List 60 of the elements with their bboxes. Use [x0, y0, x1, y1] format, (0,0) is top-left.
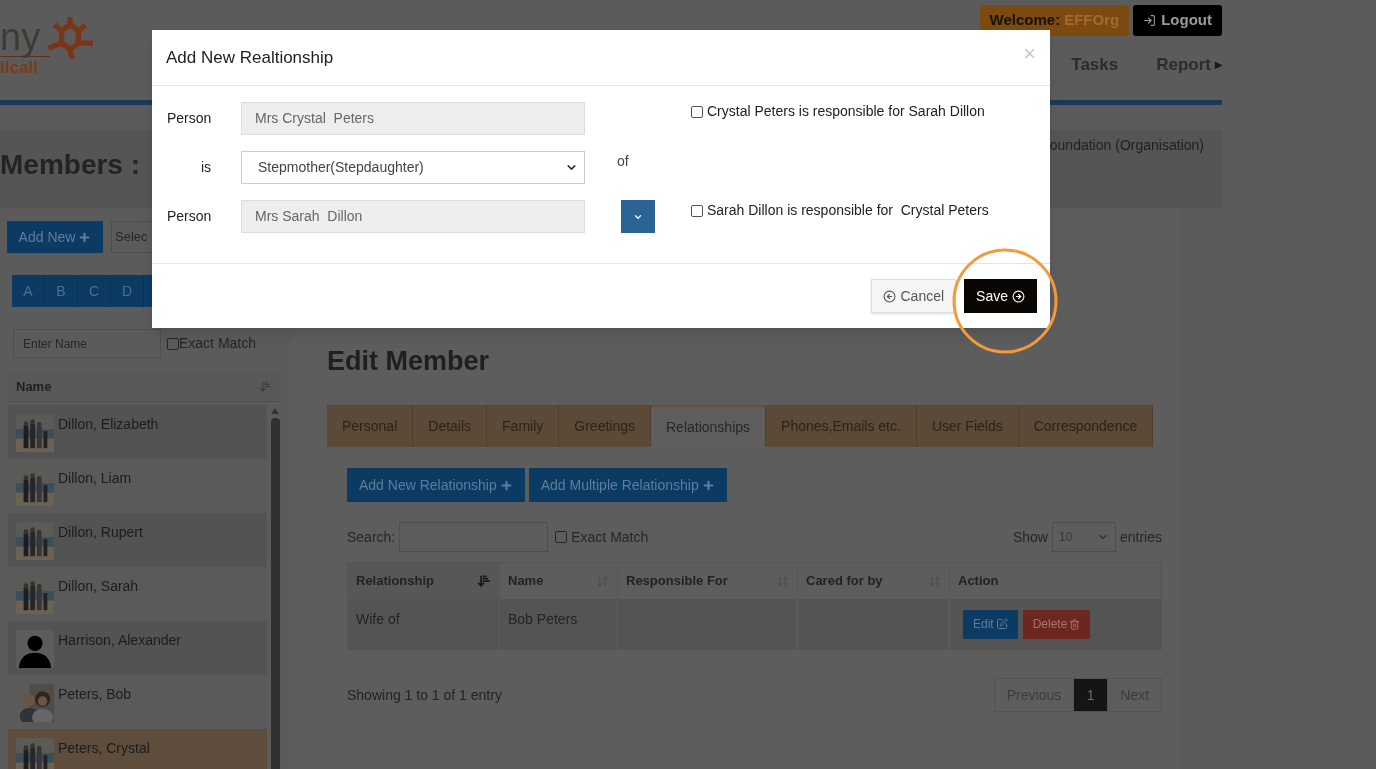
person-field: Mrs Crystal Peters: [241, 102, 585, 135]
checkbox[interactable]: [691, 105, 703, 118]
field-label: Person: [166, 109, 213, 128]
checkbox-label: Crystal Peters is responsible for Sarah Dillon: [707, 102, 985, 121]
trash-icon: [1069, 618, 1081, 630]
organisation-type: (Organisation): [1115, 136, 1204, 155]
column-title: Responsible For: [626, 572, 728, 591]
tab[interactable]: Relationships: [651, 405, 767, 447]
add-relationship-button[interactable]: Add Multiple Relationship: [528, 468, 727, 502]
letter-button[interactable]: C: [78, 275, 111, 307]
field-label: Person: [166, 207, 213, 226]
close-button[interactable]: ×: [1023, 42, 1036, 65]
letter-button[interactable]: D: [111, 275, 144, 307]
delete-button[interactable]: Delete: [1022, 609, 1091, 639]
member-row[interactable]: Dillon, Elizabeth: [8, 405, 267, 459]
forward-icon: [1012, 289, 1025, 303]
member-name: Peters, Bob: [58, 685, 132, 704]
save-button[interactable]: Save: [964, 279, 1037, 313]
member-name: Dillon, Sarah: [58, 577, 139, 596]
sort-icon[interactable]: [477, 574, 491, 588]
checkbox[interactable]: [167, 337, 179, 350]
letter-button[interactable]: B: [45, 275, 78, 307]
section-title: Edit Member: [327, 348, 491, 375]
plus-icon: [499, 478, 513, 492]
plus-icon: [78, 230, 92, 244]
person-field: Mrs Sarah Dillon: [241, 200, 585, 233]
column-title: Name: [508, 572, 544, 591]
show-label: Show: [1012, 527, 1048, 547]
dialog-title: Add New Realtionship: [166, 46, 334, 69]
checkbox-label: Sarah Dillon is responsible for Crystal Peters: [707, 201, 989, 220]
member-name: Dillon, Elizabeth: [58, 415, 159, 434]
logo-text: llcall: [0, 59, 39, 76]
member-row[interactable]: Peters, Crystal: [8, 729, 267, 769]
checkbox[interactable]: [555, 531, 568, 543]
add-relationship-button[interactable]: Add New Relationship: [347, 468, 525, 502]
column-title: Cared for by: [806, 572, 883, 591]
member-name: Dillon, Liam: [58, 469, 132, 488]
logout-button[interactable]: Logout: [1133, 5, 1222, 36]
avatar-icon: [16, 630, 54, 668]
letter-button[interactable]: A: [12, 275, 45, 307]
of-label: of: [616, 152, 630, 171]
search-label: Search:: [347, 527, 396, 547]
checkbox[interactable]: [691, 204, 703, 217]
add-new-button[interactable]: Add New: [7, 221, 103, 253]
relationship-select[interactable]: Stepmother(Stepdaughter): [241, 151, 585, 184]
table-info: Showing 1 to 1 of 1 entry: [347, 685, 502, 705]
cancel-button[interactable]: Cancel: [871, 279, 957, 313]
page-button[interactable]: 1: [1074, 679, 1108, 711]
edit-icon: [995, 618, 1008, 630]
field-label: is: [199, 158, 212, 177]
logout-icon: [1143, 14, 1157, 27]
plus-icon: [701, 478, 715, 492]
welcome-label: Welcome:: [989, 10, 1061, 31]
edit-button[interactable]: Edit: [963, 609, 1018, 639]
sort-icon[interactable]: [259, 380, 272, 393]
back-icon: [883, 289, 897, 303]
column-title: Name: [16, 377, 52, 396]
caret-icon: ▸: [1215, 54, 1222, 76]
member-name: Peters, Crystal: [58, 739, 150, 758]
column-title: Action: [958, 572, 999, 591]
